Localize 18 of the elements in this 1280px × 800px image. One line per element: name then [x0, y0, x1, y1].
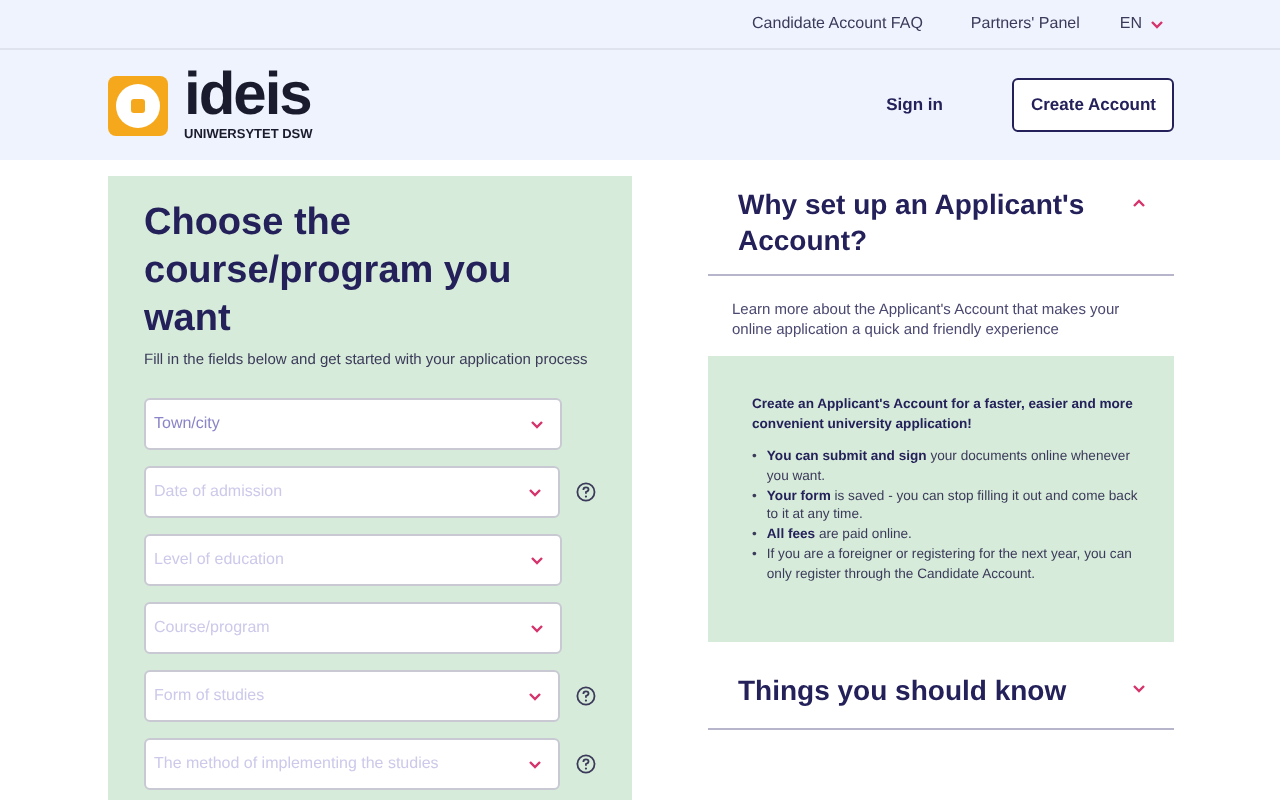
- chevron-down-icon: [1132, 683, 1146, 694]
- top-link[interactable]: Candidate Account FAQ: [752, 12, 923, 36]
- top-link[interactable]: Partners' Panel: [970, 12, 1080, 36]
- create-account-button[interactable]: Create Account: [1012, 78, 1174, 132]
- chevron-down-icon: [530, 419, 544, 430]
- chevron-down-icon: [530, 623, 544, 634]
- accordion-header[interactable]: Things you should know: [708, 653, 1174, 731]
- chevron-down-icon: [528, 691, 543, 702]
- accordion-header[interactable]: Why set up an Applicant's Account?: [708, 176, 1174, 276]
- chevron-down-icon: [530, 555, 544, 566]
- chevron-up-icon: [1132, 198, 1146, 208]
- chevron-down-icon: [528, 759, 543, 770]
- form-title: Choose the course/program you want: [144, 200, 514, 343]
- language-selector[interactable]: EN: [1119, 12, 1164, 36]
- logo-icon: [108, 75, 168, 135]
- chevron-down-icon: [528, 487, 543, 498]
- logo-name: ideis: [184, 65, 313, 126]
- sign-in-link[interactable]: Sign in: [886, 92, 943, 118]
